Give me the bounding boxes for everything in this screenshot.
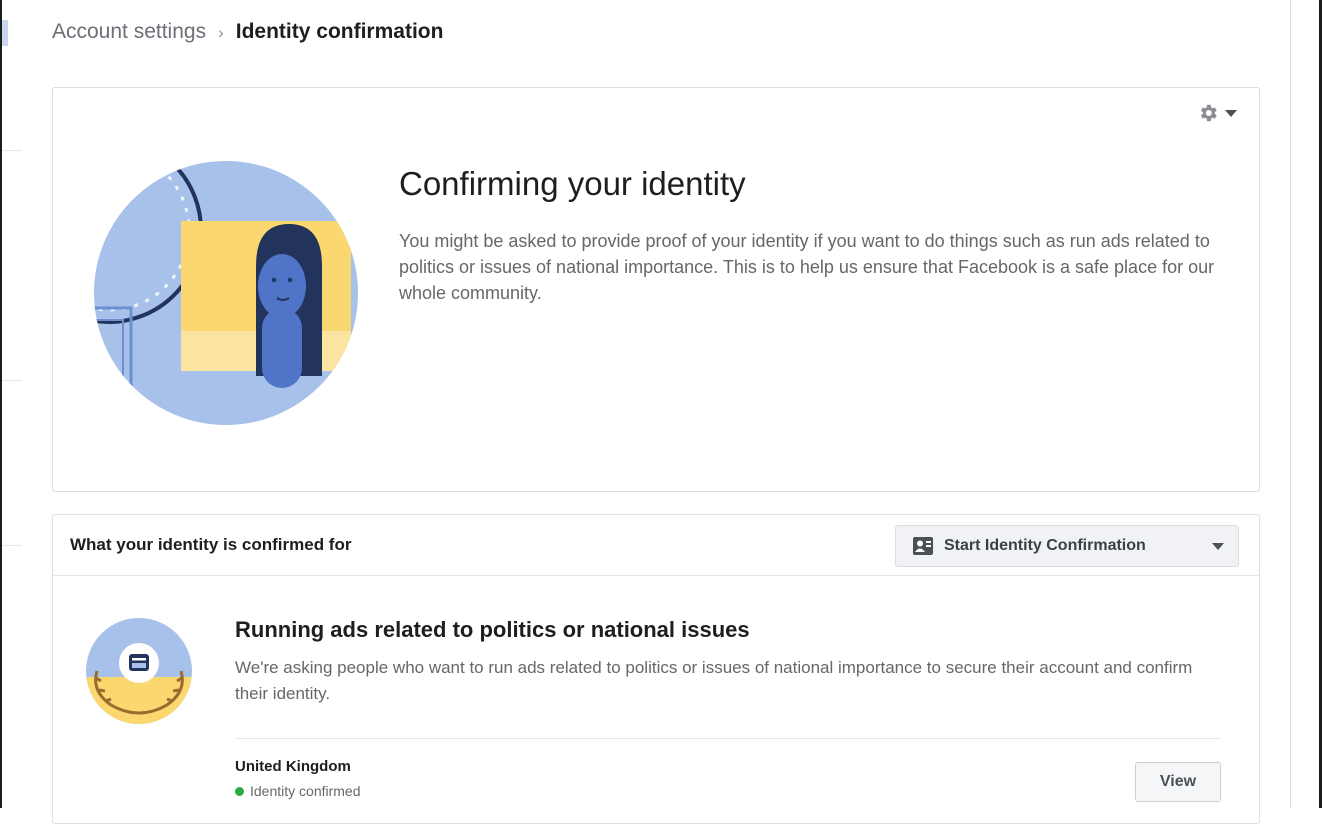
item-title: Running ads related to politics or natio… xyxy=(235,617,750,642)
left-nav-divider xyxy=(2,545,22,546)
left-nav-divider xyxy=(2,150,22,151)
settings-menu-button[interactable] xyxy=(1197,102,1237,124)
chevron-down-icon xyxy=(1212,542,1224,550)
gear-icon xyxy=(1200,104,1217,122)
status-dot-icon xyxy=(235,786,244,796)
view-button[interactable]: View xyxy=(1135,762,1221,802)
item-divider xyxy=(235,738,1221,739)
chevron-down-icon xyxy=(1225,109,1237,117)
right-column-divider xyxy=(1290,0,1291,808)
frame-left-edge xyxy=(0,0,2,808)
confirmed-for-title: What your identity is confirmed for xyxy=(70,535,352,554)
breadcrumb-parent-link[interactable]: Account settings xyxy=(52,20,206,43)
political-ads-illustration xyxy=(86,618,192,724)
breadcrumb: Account settings › Identity confirmation xyxy=(52,18,443,47)
breadcrumb-separator: › xyxy=(218,23,224,42)
confirmed-for-card: What your identity is confirmed for Star… xyxy=(52,514,1260,824)
start-identity-confirmation-button[interactable]: Start Identity Confirmation xyxy=(895,525,1239,567)
country-name: United Kingdom xyxy=(235,758,351,775)
left-nav-divider xyxy=(2,380,22,381)
item-description: We're asking people who want to run ads … xyxy=(235,658,1193,703)
start-identity-confirmation-label: Start Identity Confirmation xyxy=(944,537,1146,554)
identity-intro-card: Confirming your identity You might be as… xyxy=(52,87,1260,492)
page-title: Confirming your identity xyxy=(399,165,746,202)
status-text: Identity confirmed xyxy=(250,783,361,799)
left-nav-accent xyxy=(2,20,8,46)
status-badge: Identity confirmed xyxy=(235,783,361,799)
breadcrumb-current: Identity confirmation xyxy=(235,20,444,43)
identity-illustration xyxy=(94,161,358,425)
confirmed-for-header: What your identity is confirmed for Star… xyxy=(53,515,1259,576)
id-card-icon xyxy=(913,537,933,555)
page-description: You might be asked to provide proof of y… xyxy=(399,231,1215,303)
